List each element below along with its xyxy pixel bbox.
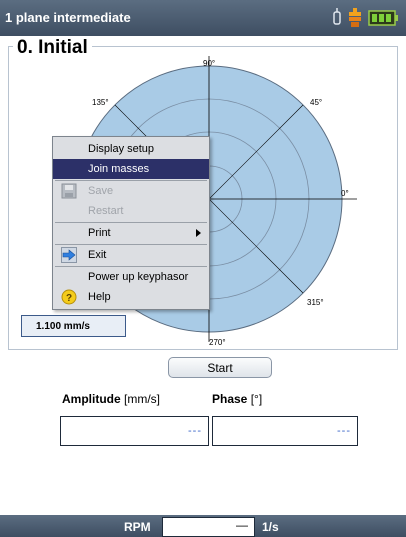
phase-value-box: --- bbox=[212, 416, 358, 446]
phase-unit: [°] bbox=[250, 392, 263, 406]
menu-item-power-up-keyphasor[interactable]: Power up keyphasor bbox=[53, 267, 209, 287]
rpm-label: RPM bbox=[124, 520, 151, 534]
menu-item-label: Display setup bbox=[88, 143, 155, 155]
amplitude-value: --- bbox=[188, 425, 202, 437]
context-menu: Display setup Join masses Save Restart P… bbox=[52, 136, 210, 310]
exit-arrow-icon bbox=[61, 247, 77, 263]
angle-label-45: 45° bbox=[310, 98, 322, 107]
menu-item-join-masses[interactable]: Join masses bbox=[53, 159, 209, 179]
amplitude-label: Amplitude [mm/s] bbox=[62, 392, 160, 406]
angle-label-315: 315° bbox=[307, 298, 324, 307]
menu-item-label: Print bbox=[88, 227, 111, 239]
phase-label-text: Phase bbox=[212, 392, 248, 406]
menu-item-label: Restart bbox=[88, 205, 124, 217]
rpm-bar: RPM — 1/s bbox=[0, 515, 406, 537]
angle-label-0: 0° bbox=[341, 189, 349, 198]
menu-item-label: Power up keyphasor bbox=[88, 271, 189, 283]
menu-item-label: Join masses bbox=[88, 163, 150, 175]
phase-label: Phase [°] bbox=[212, 392, 262, 406]
angle-label-135: 135° bbox=[92, 98, 109, 107]
save-icon bbox=[61, 183, 77, 199]
amplitude-scale-box[interactable]: 1.100 mm/s bbox=[21, 315, 126, 337]
menu-item-restart[interactable]: Restart bbox=[53, 201, 209, 221]
menu-item-print[interactable]: Print bbox=[53, 223, 209, 243]
amplitude-value-box: --- bbox=[60, 416, 209, 446]
help-icon: ? bbox=[61, 289, 77, 305]
rpm-value: — bbox=[236, 518, 248, 532]
angle-label-90: 90° bbox=[203, 59, 215, 68]
start-button[interactable]: Start bbox=[168, 357, 272, 378]
amplitude-label-text: Amplitude bbox=[62, 392, 121, 406]
menu-item-save[interactable]: Save bbox=[53, 181, 209, 201]
menu-item-exit[interactable]: Exit bbox=[53, 245, 209, 265]
menu-item-help[interactable]: ? Help bbox=[53, 287, 209, 307]
menu-item-label: Exit bbox=[88, 249, 107, 261]
rpm-unit: 1/s bbox=[262, 520, 279, 534]
svg-text:?: ? bbox=[66, 293, 72, 304]
menu-item-display-setup[interactable]: Display setup bbox=[53, 139, 209, 159]
phase-value: --- bbox=[337, 425, 351, 437]
submenu-arrow-icon bbox=[196, 229, 201, 237]
angle-label-270: 270° bbox=[209, 338, 226, 347]
menu-item-label: Save bbox=[88, 185, 114, 197]
amplitude-unit: [mm/s] bbox=[124, 392, 161, 406]
menu-item-label: Help bbox=[88, 291, 111, 303]
